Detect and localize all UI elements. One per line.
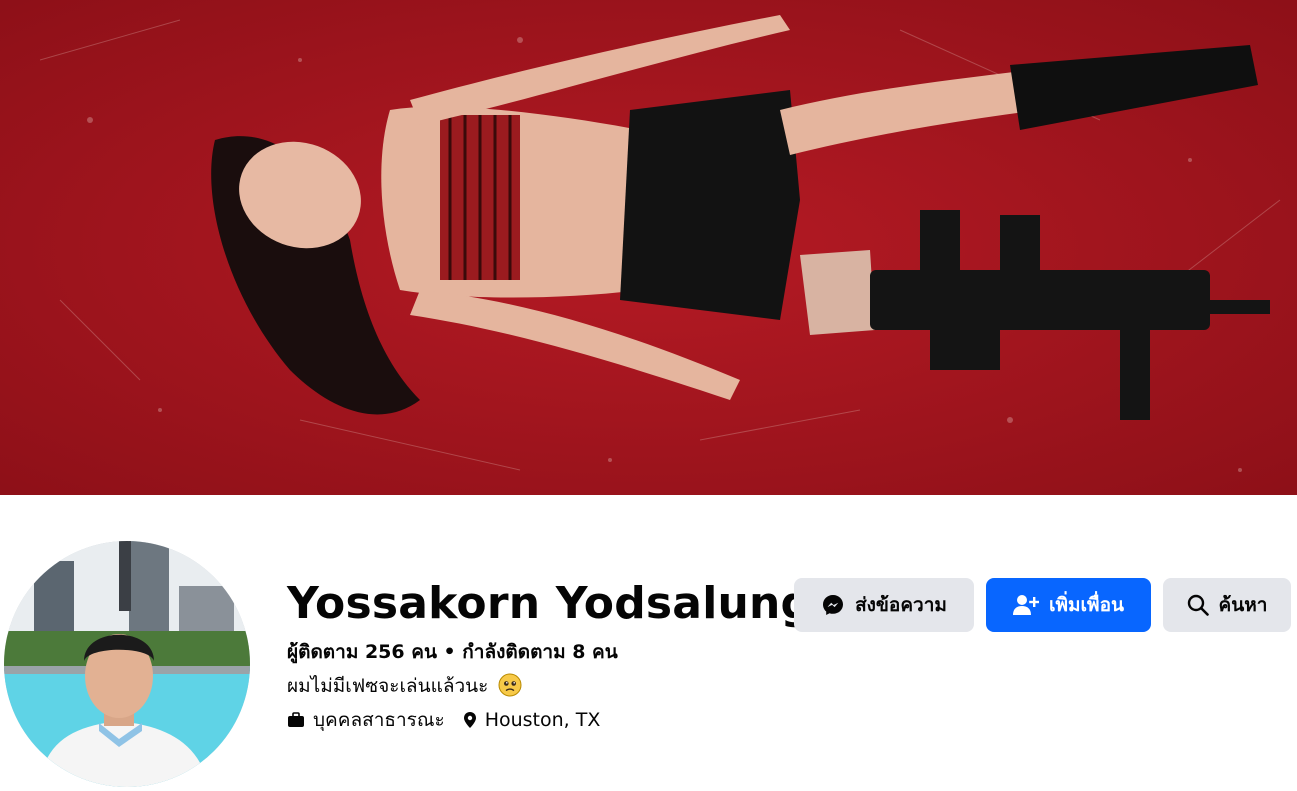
profile-avatar[interactable] — [0, 537, 254, 791]
location-pin-icon — [463, 712, 476, 728]
bio-text: ผมไม่มีเฟซจะเล่นแล้วนะ — [287, 675, 489, 697]
detail-location-text[interactable]: Houston, TX — [485, 706, 601, 734]
add-friend-button-label: เพิ่มเพื่อน — [1049, 594, 1124, 616]
message-button-label: ส่งข้อความ — [855, 594, 947, 616]
detail-category: บุคคลสาธารณะ — [287, 706, 445, 734]
briefcase-icon — [288, 712, 304, 727]
search-button-label: ค้นหา — [1218, 594, 1268, 616]
search-button[interactable]: ค้นหา — [1163, 578, 1291, 632]
message-button[interactable]: ส่งข้อความ — [794, 578, 974, 632]
cover-artwork — [0, 0, 1297, 495]
add-friend-button[interactable]: เพิ่มเพื่อน — [986, 578, 1151, 632]
profile-details: บุคคลสาธารณะ Houston, TX — [287, 706, 600, 734]
search-icon — [1187, 594, 1209, 616]
profile-bio: ผมไม่มีเฟซจะเล่นแล้วนะ — [287, 672, 522, 700]
pleading-face-emoji-icon — [498, 673, 522, 697]
profile-name: Yossakorn Yodsalung — [287, 578, 813, 629]
add-friend-icon — [1013, 595, 1040, 615]
detail-category-text: บุคคลสาธารณะ — [313, 709, 445, 731]
cover-photo[interactable] — [0, 0, 1297, 495]
detail-location: Houston, TX — [463, 706, 601, 734]
avatar-photo — [4, 541, 250, 787]
messenger-icon — [823, 595, 844, 615]
follower-stats[interactable]: ผู้ติดตาม 256 คน • กำลังติดตาม 8 คน — [287, 638, 618, 666]
